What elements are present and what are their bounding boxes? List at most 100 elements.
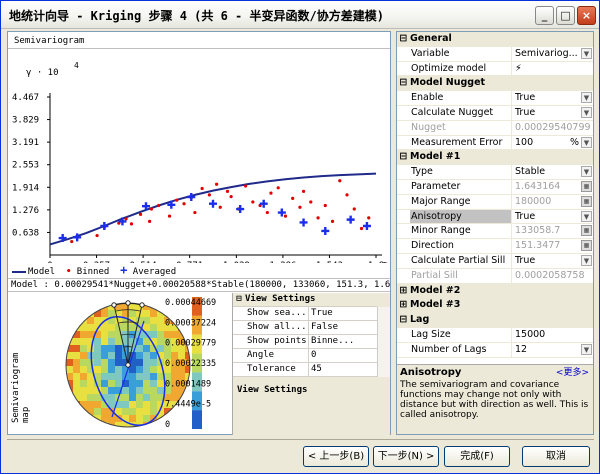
property-value[interactable]: 180000 ▦ [512, 195, 593, 209]
sector-handle[interactable] [125, 362, 131, 368]
title-bar[interactable]: 地统计向导 - Kriging 步骤 4 (共 6 - 半变异函数/协方差建模)… [1, 1, 599, 29]
map-cell [108, 352, 115, 359]
sector-handle[interactable] [125, 300, 131, 306]
view-setting-row[interactable]: Show sea... True [233, 307, 377, 321]
minimize-button[interactable]: _ [535, 6, 554, 25]
map-cell [101, 359, 108, 366]
property-value[interactable]: True ▼ [512, 106, 593, 120]
view-setting-value[interactable]: False [309, 321, 377, 334]
map-cell [129, 408, 136, 415]
finish-button[interactable]: 完成(F) [444, 446, 510, 467]
view-settings-scrollbar[interactable] [377, 307, 390, 377]
back-button[interactable]: < 上一步(B) [303, 446, 369, 467]
property-value[interactable]: 1.643164 ▦ [512, 180, 593, 194]
semivariogram-chart[interactable]: γ · 10 4 0.638 1.276 1.914 2.553 3.191 3.829 4.4… [8, 49, 390, 263]
collapse-icon[interactable]: ⊟ [233, 293, 245, 306]
map-cell [115, 366, 122, 373]
calculator-icon[interactable]: ▦ [581, 181, 592, 192]
view-settings-header[interactable]: ⊟ View Settings [233, 293, 377, 307]
property-group[interactable]: ⊟ Model Nugget [397, 76, 593, 92]
collapse-icon[interactable]: ⊟ [397, 313, 410, 327]
property-row[interactable]: Direction 151.3477 ▦ [397, 239, 593, 254]
property-value[interactable]: 0.0002058758 [512, 269, 593, 283]
view-setting-value[interactable]: True [309, 307, 377, 320]
map-cell [150, 331, 157, 338]
binned-point [298, 205, 302, 209]
property-value[interactable]: 133058.7 ▦ [512, 224, 593, 238]
calculator-icon[interactable]: ▦ [581, 240, 592, 252]
property-value[interactable]: 100% ▼ [512, 136, 593, 150]
property-row[interactable]: Lag Size 15000 [397, 328, 593, 343]
collapse-icon[interactable]: ⊟ [397, 76, 410, 90]
collapse-icon[interactable]: ⊟ [397, 32, 410, 46]
calculator-icon[interactable]: ▦ [581, 195, 592, 207]
dropdown-arrow-icon[interactable]: ▼ [581, 343, 592, 355]
property-value[interactable]: 0.00029540799 [512, 121, 593, 135]
next-button[interactable]: 下一步(N) > [373, 446, 439, 467]
property-group[interactable]: ⊞ Model #3 [397, 298, 593, 314]
property-row[interactable]: Optimize model ⚡ [397, 61, 593, 77]
binned-point [129, 222, 134, 226]
map-cell [136, 408, 143, 415]
semivariogram-map[interactable]: 0.00044669 0.00037224 0.00029779 0.00022335… [8, 293, 230, 435]
cancel-button[interactable]: 取消 [522, 446, 590, 467]
view-setting-row[interactable]: Angle 0 [233, 349, 377, 363]
map-cell [171, 331, 178, 338]
map-cell [143, 324, 150, 331]
dropdown-arrow-icon[interactable]: ▼ [581, 92, 592, 104]
view-setting-row[interactable]: Show points Binne... [233, 335, 377, 349]
property-row[interactable]: Calculate Nugget True ▼ [397, 106, 593, 121]
dropdown-arrow-icon[interactable]: ▼ [581, 107, 592, 118]
property-row[interactable]: Variable Semivariog... ▼ [397, 46, 593, 62]
dropdown-arrow-icon[interactable]: ▼ [581, 136, 592, 148]
maximize-button[interactable]: □ [556, 6, 575, 25]
expand-icon[interactable]: ⊞ [397, 298, 410, 312]
property-row[interactable]: Calculate Partial Sill True ▼ [397, 254, 593, 269]
property-row[interactable]: Major Range 180000 ▦ [397, 194, 593, 210]
view-setting-value[interactable]: Binne... [309, 335, 377, 348]
property-row[interactable]: Parameter 1.643164 ▦ [397, 180, 593, 195]
map-cell [122, 394, 129, 401]
dropdown-arrow-icon[interactable]: ▼ [581, 166, 592, 178]
view-setting-value[interactable]: 45 [309, 363, 377, 376]
expand-icon[interactable]: ⊞ [397, 284, 410, 298]
map-cell [115, 373, 122, 380]
map-cell [80, 387, 87, 394]
property-group[interactable]: ⊟ Lag [397, 313, 593, 328]
y-tick-label: 3.829 [12, 116, 39, 126]
property-value[interactable]: 151.3477 ▦ [512, 239, 593, 253]
property-value[interactable]: 15000 [512, 328, 593, 342]
map-cell [73, 366, 80, 373]
property-value[interactable]: ⚡ [512, 62, 593, 76]
property-value[interactable]: Stable ▼ [512, 165, 593, 179]
property-row[interactable]: Number of Lags 12 ▼ [397, 342, 593, 358]
dropdown-arrow-icon[interactable]: ▼ [581, 255, 592, 266]
property-value[interactable]: 12 ▼ [512, 343, 593, 357]
collapse-icon[interactable]: ⊟ [397, 150, 410, 164]
property-row[interactable]: Partial Sill 0.0002058758 [397, 268, 593, 284]
view-setting-row[interactable]: Show all... False [233, 321, 377, 335]
dropdown-arrow-icon[interactable]: ▼ [581, 210, 592, 222]
property-row[interactable]: Minor Range 133058.7 ▦ [397, 224, 593, 240]
sector-handle[interactable] [139, 302, 145, 308]
property-value[interactable]: True ▼ [512, 254, 593, 268]
calculator-icon[interactable]: ▦ [581, 225, 592, 237]
sector-handle[interactable] [111, 302, 117, 308]
property-group[interactable]: ⊟ General [397, 32, 593, 47]
property-row[interactable]: Measurement Error 100% ▼ [397, 135, 593, 151]
property-row[interactable]: Enable True ▼ [397, 91, 593, 106]
property-group[interactable]: ⊟ Model #1 [397, 150, 593, 166]
dropdown-arrow-icon[interactable]: ▼ [581, 47, 592, 59]
close-button[interactable]: × [577, 6, 596, 25]
view-setting-value[interactable]: 0 [309, 349, 377, 362]
property-value[interactable]: True ▼ [512, 91, 593, 105]
property-row[interactable]: Nugget 0.00029540799 [397, 120, 593, 136]
more-link[interactable]: <更多> [556, 368, 589, 378]
property-group[interactable]: ⊞ Model #2 [397, 283, 593, 299]
x-tick-label: 0.771 [176, 261, 203, 263]
view-setting-row[interactable]: Tolerance 45 [233, 363, 377, 377]
property-row[interactable]: Anisotropy True ▼ [397, 209, 593, 225]
property-value[interactable]: True ▼ [512, 210, 593, 224]
property-value[interactable]: Semivariog... ▼ [512, 47, 593, 61]
property-row[interactable]: Type Stable ▼ [397, 165, 593, 180]
